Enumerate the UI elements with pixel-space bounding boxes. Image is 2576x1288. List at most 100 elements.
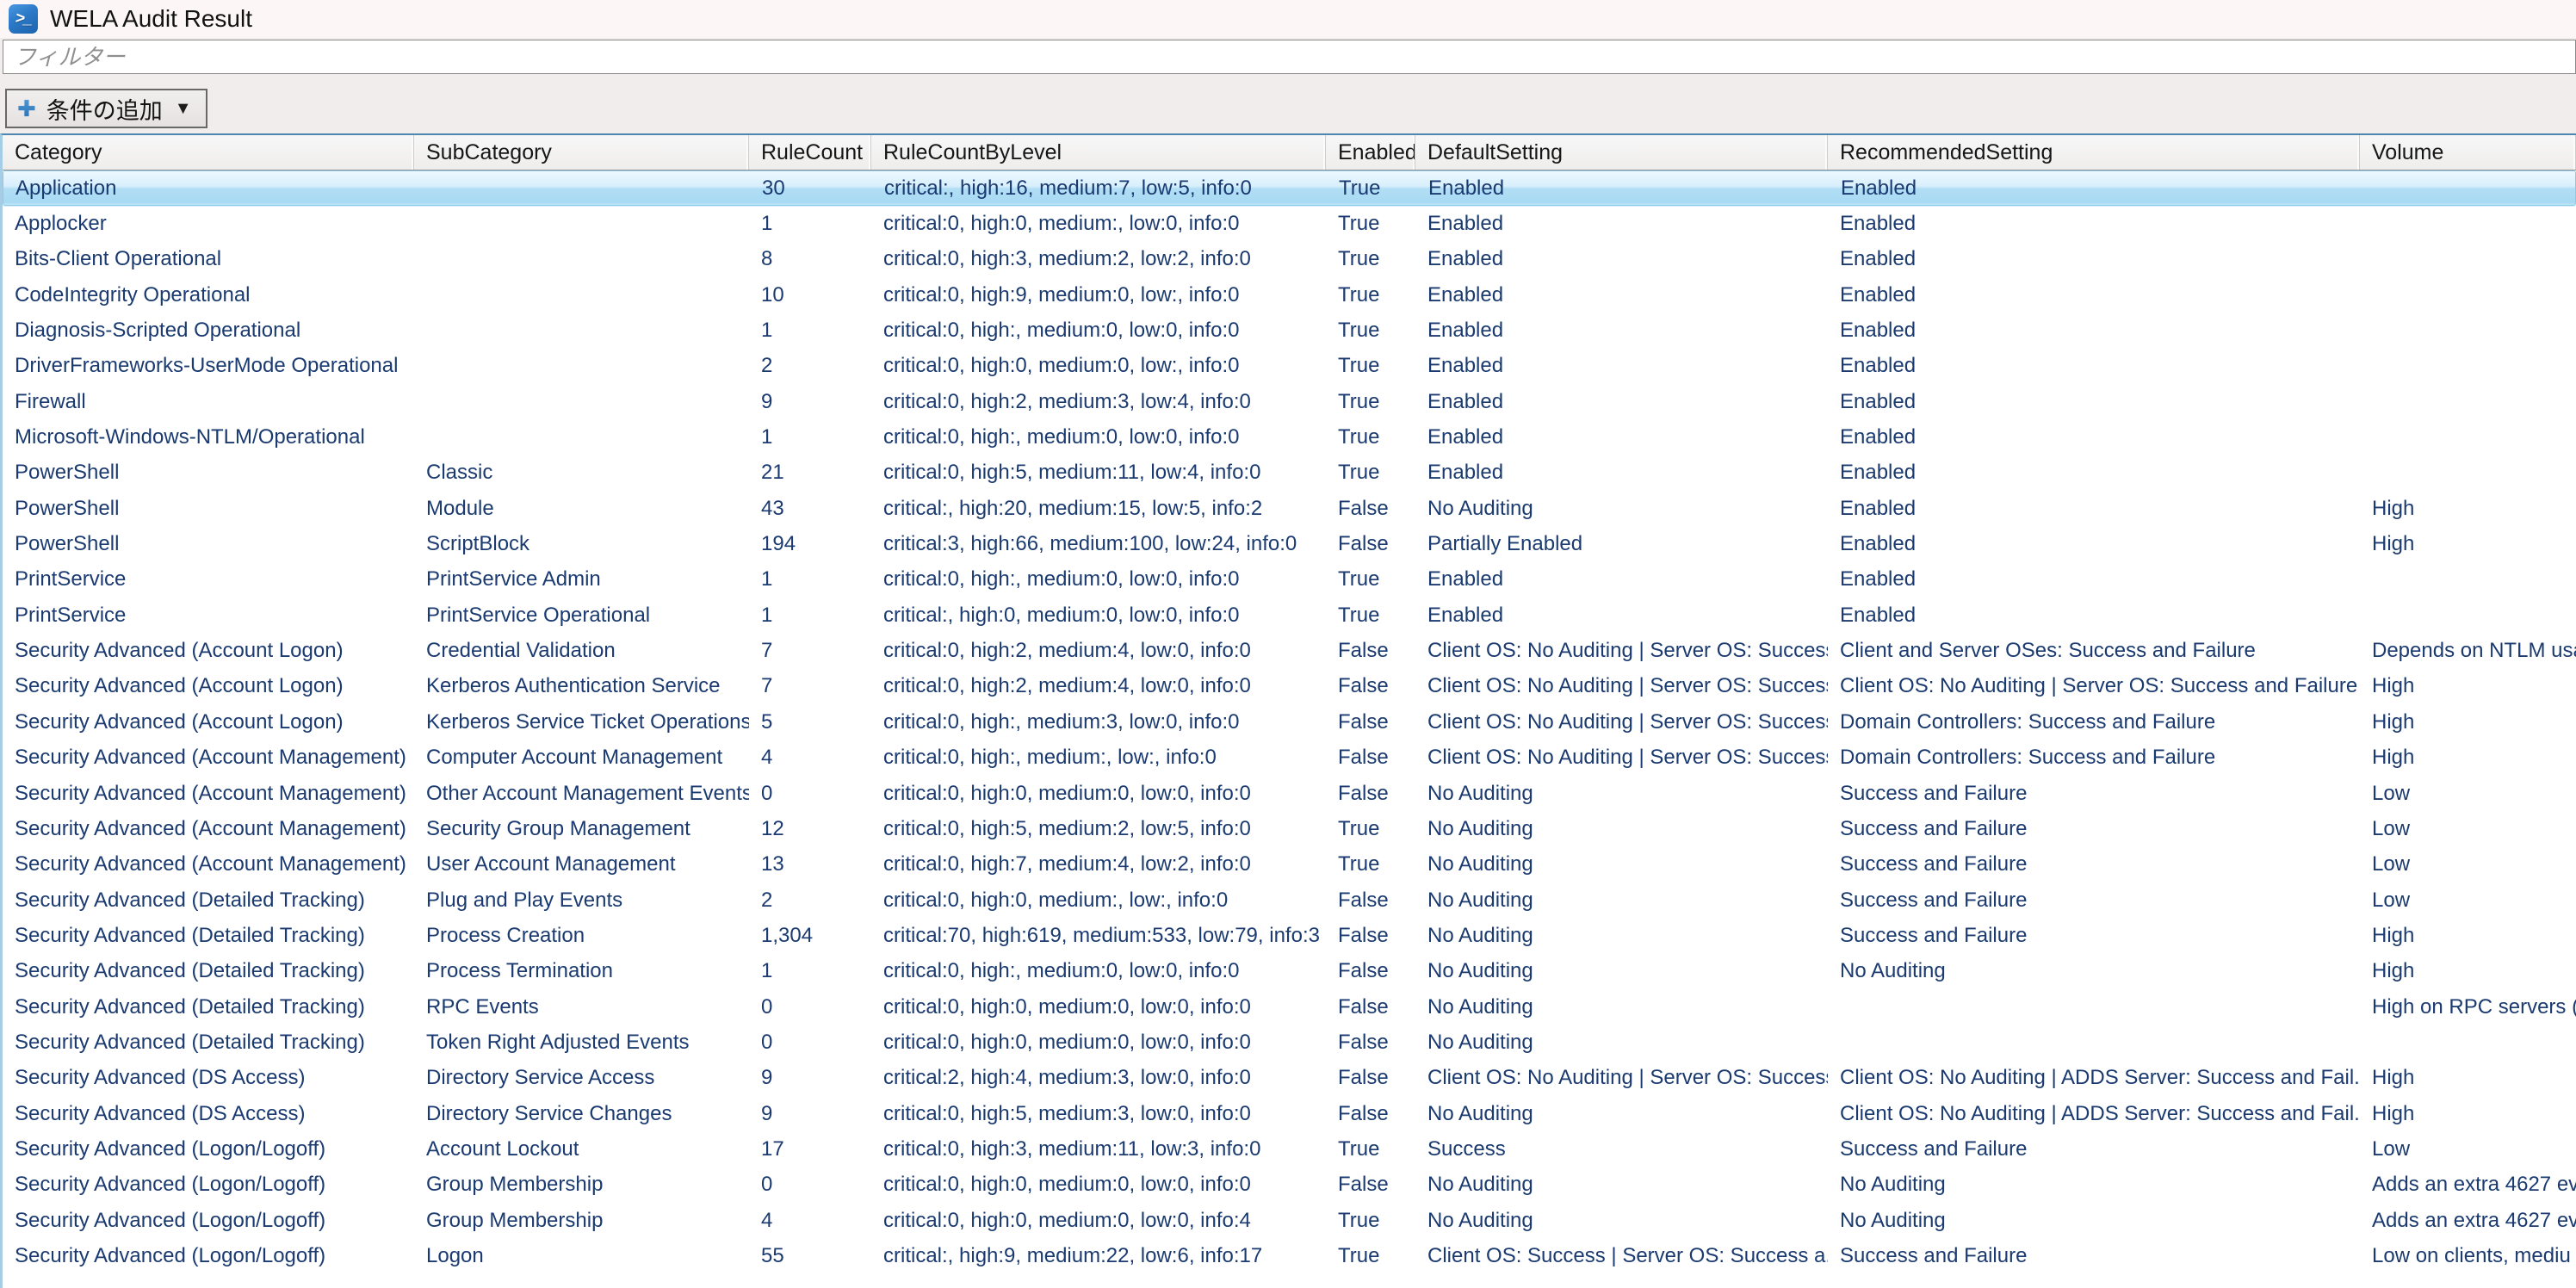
- cell-rulecountbylevel: critical:0, high:0, medium:0, low:0, inf…: [871, 1167, 1326, 1203]
- table-row[interactable]: Bits-Client Operational8critical:0, high…: [3, 242, 2576, 277]
- table-row[interactable]: PowerShellScriptBlock194critical:3, high…: [3, 526, 2576, 561]
- cell-rulecount: 1: [749, 598, 871, 633]
- cell-rulecountbylevel: critical:, high:20, medium:15, low:5, in…: [871, 491, 1326, 526]
- cell-recommendedsetting: Success and Failure: [1828, 776, 2360, 811]
- cell-rulecount: 10: [749, 277, 871, 313]
- cell-rulecountbylevel: critical:0, high:2, medium:3, low:4, inf…: [871, 384, 1326, 419]
- cell-rulecountbylevel: critical:0, high:3, medium:11, low:3, in…: [871, 1131, 1326, 1167]
- table-row[interactable]: Security Advanced (DS Access)Directory S…: [3, 1061, 2576, 1096]
- cell-subcategory: ScriptBlock: [414, 526, 749, 561]
- column-header-rulecountbylevel[interactable]: RuleCountByLevel: [871, 135, 1326, 170]
- cell-enabled: True: [1326, 1131, 1415, 1167]
- table-row[interactable]: Security Advanced (Account Management)Co…: [3, 740, 2576, 776]
- cell-category: Security Advanced (Account Logon): [3, 633, 414, 668]
- cell-defaultsetting: Enabled: [1415, 313, 1828, 348]
- column-header-defaultsetting[interactable]: DefaultSetting: [1415, 135, 1828, 170]
- cell-subcategory: Group Membership: [414, 1167, 749, 1203]
- table-row[interactable]: PrintServicePrintService Admin1critical:…: [3, 562, 2576, 598]
- cell-enabled: True: [1326, 847, 1415, 882]
- cell-rulecountbylevel: critical:3, high:66, medium:100, low:24,…: [871, 526, 1326, 561]
- table-row[interactable]: Microsoft-Windows-NTLM/Operational1criti…: [3, 419, 2576, 455]
- cell-category: Security Advanced (Detailed Tracking): [3, 989, 414, 1025]
- cell-rulecountbylevel: critical:0, high:, medium:0, low:0, info…: [871, 313, 1326, 348]
- cell-enabled: True: [1326, 277, 1415, 313]
- cell-rulecountbylevel: critical:0, high:0, medium:0, low:0, inf…: [871, 989, 1326, 1025]
- table-row[interactable]: Security Advanced (Detailed Tracking)Tok…: [3, 1025, 2576, 1060]
- cell-recommendedsetting: Success and Failure: [1828, 882, 2360, 918]
- table-row[interactable]: Security Advanced (Account Management)Se…: [3, 811, 2576, 846]
- table-row[interactable]: CodeIntegrity Operational10critical:0, h…: [3, 277, 2576, 313]
- cell-rulecount: 7: [749, 633, 871, 668]
- cell-defaultsetting: Enabled: [1415, 384, 1828, 419]
- cell-rulecountbylevel: critical:0, high:0, medium:0, low:, info…: [871, 349, 1326, 384]
- cell-enabled: False: [1326, 526, 1415, 561]
- cell-volume: Low: [2360, 776, 2576, 811]
- table-row[interactable]: Security Advanced (Logon/Logoff)Group Me…: [3, 1203, 2576, 1238]
- table-row[interactable]: Security Advanced (Logon/Logoff)Account …: [3, 1131, 2576, 1167]
- cell-enabled: True: [1326, 419, 1415, 455]
- column-header-volume[interactable]: Volume: [2360, 135, 2576, 170]
- cell-category: Security Advanced (DS Access): [3, 1061, 414, 1096]
- cell-enabled: True: [1326, 562, 1415, 598]
- cell-rulecountbylevel: critical:2, high:4, medium:3, low:0, inf…: [871, 1061, 1326, 1096]
- add-condition-button[interactable]: ✚ 条件の追加 ▼: [5, 89, 207, 128]
- table-row[interactable]: Diagnosis-Scripted Operational1critical:…: [3, 313, 2576, 348]
- cell-rulecount: 43: [749, 491, 871, 526]
- cell-rulecount: 0: [749, 1025, 871, 1060]
- cell-defaultsetting: No Auditing: [1415, 847, 1828, 882]
- table-row[interactable]: Security Advanced (Account Logon)Kerbero…: [3, 704, 2576, 740]
- table-row[interactable]: PowerShellClassic21critical:0, high:5, m…: [3, 455, 2576, 491]
- table-row[interactable]: PowerShellModule43critical:, high:20, me…: [3, 491, 2576, 526]
- table-row[interactable]: Security Advanced (Detailed Tracking)Pro…: [3, 954, 2576, 989]
- table-row[interactable]: Security Advanced (DS Access)Directory S…: [3, 1096, 2576, 1131]
- cell-defaultsetting: Client OS: Success | Server OS: Success …: [1415, 1238, 1828, 1273]
- cell-defaultsetting: Partially Enabled: [1415, 526, 1828, 561]
- cell-defaultsetting: No Auditing: [1415, 1096, 1828, 1131]
- cell-rulecount: 21: [749, 455, 871, 491]
- cell-category: Security Advanced (Logon/Logoff): [3, 1203, 414, 1238]
- cell-rulecountbylevel: critical:0, high:0, medium:0, low:0, inf…: [871, 1203, 1326, 1238]
- cell-rulecount: 30: [750, 171, 872, 205]
- table-row[interactable]: Security Advanced (Account Logon)Kerbero…: [3, 669, 2576, 704]
- table-row[interactable]: Security Advanced (Detailed Tracking)RPC…: [3, 989, 2576, 1025]
- column-header-rulecount[interactable]: RuleCount: [749, 135, 871, 170]
- cell-recommendedsetting: Enabled: [1828, 242, 2360, 277]
- cell-category: DriverFrameworks-UserMode Operational: [3, 349, 414, 384]
- cell-subcategory: Classic: [414, 455, 749, 491]
- column-header-category[interactable]: Category: [3, 135, 414, 170]
- cell-category: PrintService: [3, 562, 414, 598]
- table-row[interactable]: Security Advanced (Logon/Logoff)Group Me…: [3, 1167, 2576, 1203]
- table-row[interactable]: Application30critical:, high:16, medium:…: [3, 170, 2576, 206]
- cell-enabled: False: [1326, 633, 1415, 668]
- column-header-recommendedsetting[interactable]: RecommendedSetting: [1828, 135, 2360, 170]
- cell-recommendedsetting: Enabled: [1828, 349, 2360, 384]
- cell-rulecount: 9: [749, 384, 871, 419]
- cell-enabled: True: [1326, 242, 1415, 277]
- table-row[interactable]: Security Advanced (Detailed Tracking)Plu…: [3, 882, 2576, 918]
- table-row[interactable]: Security Advanced (Logon/Logoff)Logon55c…: [3, 1238, 2576, 1273]
- cell-recommendedsetting: Client OS: No Auditing | ADDS Server: Su…: [1828, 1096, 2360, 1131]
- table-row[interactable]: DriverFrameworks-UserMode Operational2cr…: [3, 349, 2576, 384]
- table-row[interactable]: Security Advanced (Detailed Tracking)Pro…: [3, 918, 2576, 953]
- cell-recommendedsetting: Enabled: [1829, 171, 2361, 205]
- cell-recommendedsetting: Enabled: [1828, 562, 2360, 598]
- cell-category: Security Advanced (Detailed Tracking): [3, 882, 414, 918]
- cell-rulecount: 4: [749, 1203, 871, 1238]
- cell-rulecountbylevel: critical:, high:16, medium:7, low:5, inf…: [872, 171, 1327, 205]
- table-row[interactable]: Security Advanced (Account Management)Ot…: [3, 776, 2576, 811]
- table-row[interactable]: Applocker1critical:0, high:0, medium:, l…: [3, 206, 2576, 241]
- cell-rulecountbylevel: critical:0, high:7, medium:4, low:2, inf…: [871, 847, 1326, 882]
- table-row[interactable]: Security Advanced (Account Management)Us…: [3, 847, 2576, 882]
- table-row[interactable]: Security Advanced (Account Logon)Credent…: [3, 633, 2576, 668]
- column-header-enabled[interactable]: Enabled: [1326, 135, 1415, 170]
- filter-input[interactable]: [3, 40, 2576, 74]
- table-row[interactable]: PrintServicePrintService Operational1cri…: [3, 598, 2576, 633]
- cell-enabled: False: [1326, 918, 1415, 953]
- cell-volume: [2360, 598, 2576, 633]
- cell-rulecountbylevel: critical:0, high:5, medium:11, low:4, in…: [871, 455, 1326, 491]
- add-condition-label: 条件の追加: [46, 92, 163, 126]
- cell-recommendedsetting: No Auditing: [1828, 1167, 2360, 1203]
- cell-defaultsetting: Success: [1415, 1131, 1828, 1167]
- table-row[interactable]: Firewall9critical:0, high:2, medium:3, l…: [3, 384, 2576, 419]
- column-header-subcategory[interactable]: SubCategory: [414, 135, 749, 170]
